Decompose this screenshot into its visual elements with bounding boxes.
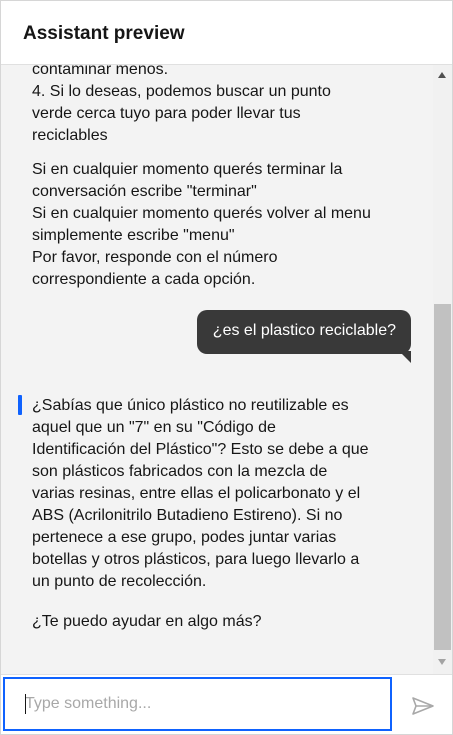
bot-message-line: reciclables	[32, 127, 108, 144]
bot-message-line: aquel que un "7" en su "Código de	[32, 419, 276, 436]
text-caret	[25, 694, 26, 714]
bot-message-line: ¿Sabías que único plástico no reutilizab…	[32, 397, 349, 414]
bot-message-line: Identificación del Plástico"? Esto se de…	[32, 441, 369, 458]
chat-messages-area[interactable]: contaminar menos. 4. Si lo deseas, podem…	[1, 65, 452, 674]
bot-message-line: verde cerca tuyo para poder llevar tus	[32, 105, 301, 122]
scrollbar-thumb[interactable]	[434, 304, 451, 650]
user-message-text: ¿es el plastico reciclable?	[212, 322, 396, 339]
bot-message-line: ABS (Acrilonitrilo Butadieno Estireno). …	[32, 507, 343, 524]
header-title: Assistant preview	[23, 23, 185, 44]
assistant-preview-panel: Assistant preview contaminar menos. 4. S…	[0, 0, 453, 735]
send-button[interactable]	[407, 690, 439, 722]
bot-message-line: correspondiente a cada opción.	[32, 271, 256, 288]
header: Assistant preview	[1, 1, 452, 65]
message-input-bar	[1, 674, 452, 734]
message-input[interactable]	[3, 677, 392, 731]
bot-message-line: botellas y otros plásticos, para luego l…	[32, 551, 360, 568]
scroll-up-arrow-icon[interactable]	[438, 72, 446, 78]
bot-message-line: pertenece a ese grupo, podes juntar vari…	[32, 529, 337, 546]
bot-message-cut-line: contaminar menos.	[32, 65, 169, 78]
bot-message-line: Por favor, responde con el número	[32, 249, 278, 266]
bot-message-focus-indicator	[18, 395, 22, 415]
bot-message-line: 4. Si lo deseas, podemos buscar un punto	[32, 83, 331, 100]
bot-message-line: simplemente escribe "menu"	[32, 227, 235, 244]
bot-message-instructions: Si en cualquier momento querés terminar …	[32, 159, 417, 291]
bot-message-line: Si en cualquier momento querés terminar …	[32, 161, 343, 178]
bot-message-line: Si en cualquier momento querés volver al…	[32, 205, 371, 222]
bot-message-answer: ¿Sabías que único plástico no reutilizab…	[32, 395, 417, 593]
bot-message-previous: contaminar menos. 4. Si lo deseas, podem…	[32, 65, 417, 147]
user-message-tail	[399, 351, 411, 363]
user-message-bubble: ¿es el plastico reciclable?	[196, 310, 411, 354]
bot-message-line: ¿Te puedo ayudar en algo más?	[32, 613, 262, 630]
bot-message-line: un punto de recolección.	[32, 573, 207, 590]
bot-message-line: varias resinas, entre ellas el policarbo…	[32, 485, 361, 502]
bot-message-followup: ¿Te puedo ayudar en algo más?	[32, 611, 417, 633]
scroll-down-arrow-icon[interactable]	[438, 659, 446, 665]
bot-message-line: son plásticos fabricados con la mezcla d…	[32, 463, 328, 480]
bot-message-line: conversación escribe "terminar"	[32, 183, 257, 200]
send-icon	[412, 697, 434, 715]
